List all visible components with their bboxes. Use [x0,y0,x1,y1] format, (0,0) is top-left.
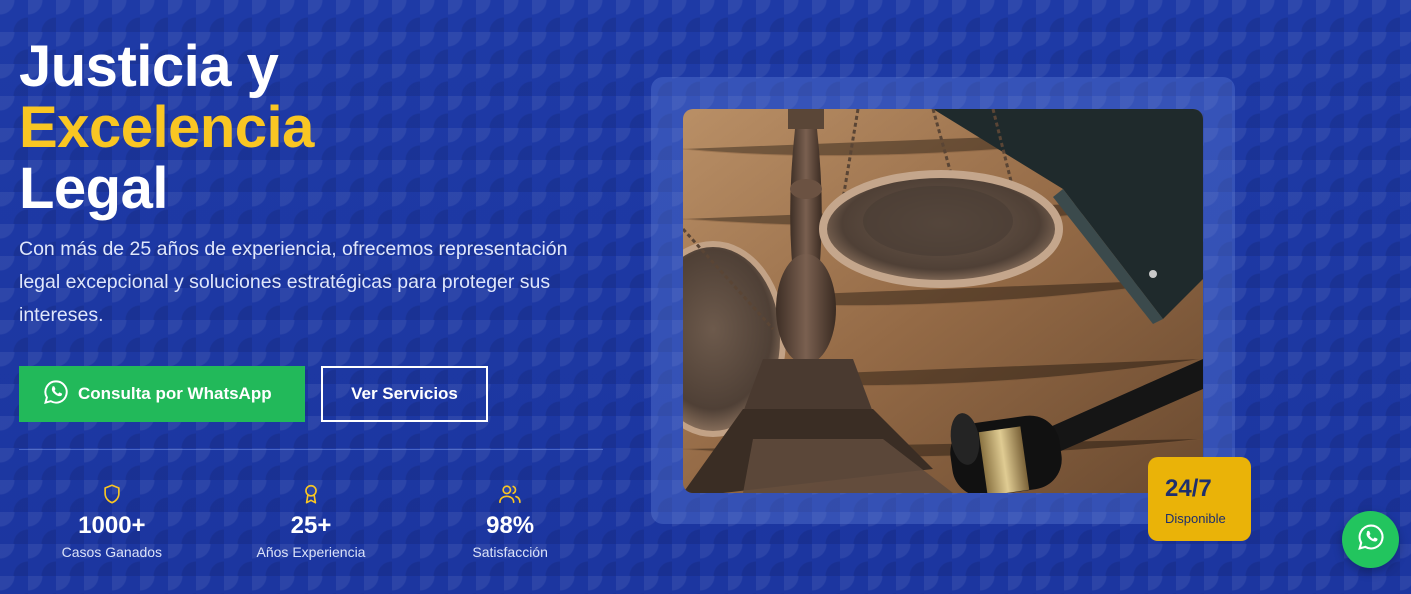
hero-content: Justicia y Excelencia Legal Con más de 2… [19,36,609,422]
availability-badge: 24/7 Disponible [1148,457,1251,541]
stat-satisfaction: 98% Satisfacción [417,482,603,560]
whatsapp-consult-button[interactable]: Consulta por WhatsApp [19,366,305,422]
award-icon [300,482,322,506]
whatsapp-icon [1357,523,1385,556]
hero-title: Justicia y Excelencia Legal [19,36,609,219]
stat-cases-won: 1000+ Casos Ganados [19,482,205,560]
stat-value: 25+ [290,512,332,539]
shield-icon [101,482,123,506]
stat-years-experience: 25+ Años Experiencia [205,482,418,560]
stat-value: 98% [486,512,535,539]
stats-divider [19,449,603,450]
floating-whatsapp-button[interactable] [1342,511,1399,568]
whatsapp-icon [43,379,69,410]
stat-label: Casos Ganados [61,544,163,560]
whatsapp-button-label: Consulta por WhatsApp [78,384,272,403]
stat-value: 1000+ [78,512,146,539]
stats-row: 1000+ Casos Ganados 25+ Años Experiencia [19,482,603,560]
hero-title-highlight: Excelencia [19,95,314,160]
hero-buttons: Consulta por WhatsApp Ver Servicios [19,366,609,422]
hero-title-line1: Justicia y [19,34,279,99]
badge-label: Disponible [1165,511,1226,526]
users-icon [498,482,522,506]
view-services-button[interactable]: Ver Servicios [321,366,488,422]
stat-label: Años Experiencia [256,544,366,560]
badge-value: 24/7 [1165,475,1212,502]
stat-label: Satisfacción [472,544,548,560]
hero-subtitle: Con más de 25 años de experiencia, ofrec… [19,238,568,326]
hero-title-line3: Legal [19,156,169,221]
justice-scale-gavel-image [683,109,1203,493]
